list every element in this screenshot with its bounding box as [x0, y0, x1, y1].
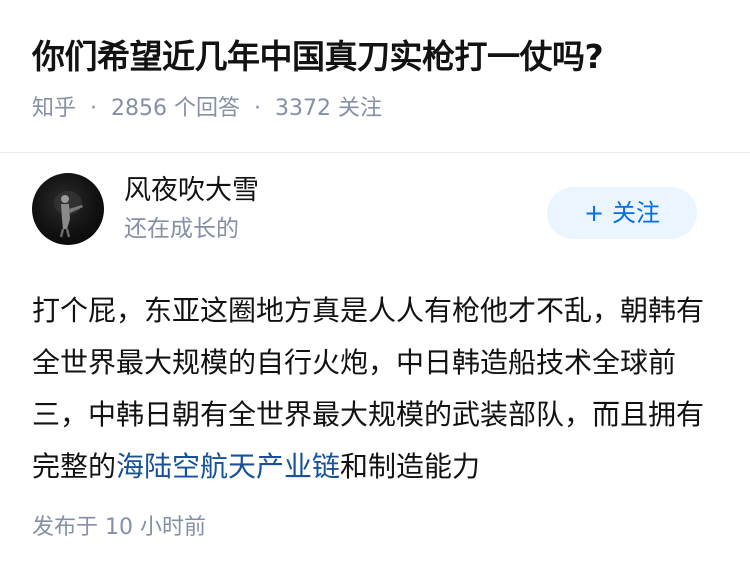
- answer-text-tail: 和制造能力: [340, 450, 481, 483]
- follow-label: 关注: [612, 199, 661, 227]
- plus-icon: +: [583, 199, 605, 227]
- question-meta: 知乎 · 2856 个回答 · 3372 关注: [32, 94, 718, 124]
- author-info: 风夜吹大雪 还在成长的: [124, 173, 259, 245]
- publish-time: 发布于 10 小时前: [32, 515, 206, 540]
- meta-separator: ·: [90, 96, 98, 121]
- answer-link[interactable]: 海陆空航天产业链: [116, 450, 340, 483]
- source-label[interactable]: 知乎: [32, 96, 76, 121]
- answer-content[interactable]: 打个屁，东亚这圈地方真是人人有枪他才不乱，朝韩有全世界最大规模的自行火炮，中日韩…: [32, 285, 718, 493]
- follower-count: 3372 关注: [275, 96, 382, 121]
- author-name[interactable]: 风夜吹大雪: [124, 173, 259, 209]
- answer-count[interactable]: 2856 个回答: [111, 96, 240, 121]
- avatar[interactable]: [32, 173, 104, 245]
- avatar-icon: [54, 191, 83, 238]
- author-row: 风夜吹大雪 还在成长的 + 关注: [32, 153, 718, 265]
- meta-separator: ·: [254, 96, 261, 121]
- author-bio: 还在成长的: [124, 216, 239, 242]
- question-header: 你们希望近几年中国真刀实枪打一仗吗? 知乎 · 2856 个回答 · 3372 关注: [0, 0, 750, 121]
- follow-button[interactable]: + 关注: [547, 187, 697, 239]
- question-title[interactable]: 你们希望近几年中国真刀实枪打一仗吗?: [32, 34, 718, 80]
- answer-card: 风夜吹大雪 还在成长的 + 关注 打个屁，东亚这圈地方真是人人有枪他才不乱，朝韩有…: [0, 153, 750, 543]
